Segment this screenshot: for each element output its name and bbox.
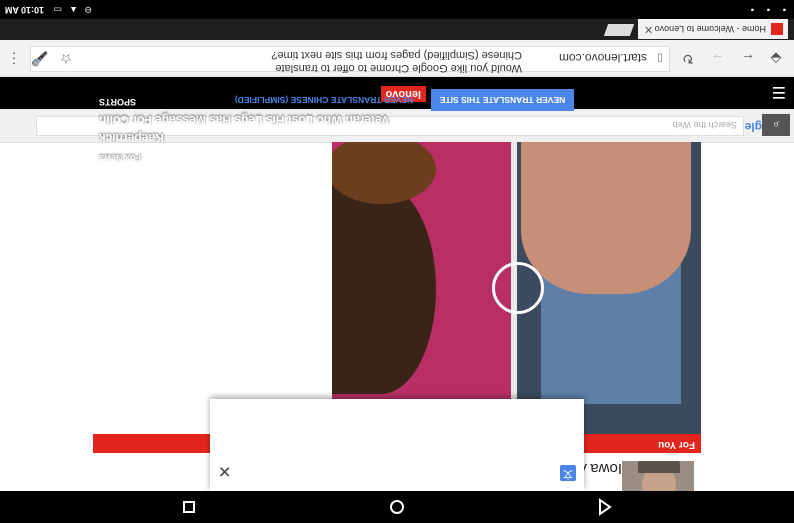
hero-article[interactable] <box>332 142 701 434</box>
tab-close-icon[interactable]: ✕ <box>644 19 653 39</box>
recent-square-icon[interactable] <box>179 497 199 517</box>
bookmark-star-icon[interactable]: ☆ <box>56 49 76 69</box>
android-nav-bar <box>0 491 794 523</box>
status-bar: 10:10 AM ▭ ▲ ⊖ ▪ ▪ ▪ <box>0 0 794 19</box>
hero-category: SPORTS <box>99 97 137 107</box>
translate-popup: 文 ✕ <box>210 399 584 491</box>
translate-icon: 文 <box>560 465 576 481</box>
for-you-label: For You <box>658 439 695 450</box>
popup-text-layer: Would you like Google Chrome to offer to… <box>210 32 584 124</box>
notification-icon-3: ▪ <box>750 5 754 15</box>
back-triangle-icon[interactable] <box>594 497 614 517</box>
forward-icon[interactable]: → <box>708 49 728 69</box>
reload-icon[interactable]: ↻ <box>678 49 698 69</box>
notification-icon: ▪ <box>782 5 786 15</box>
close-icon[interactable]: ✕ <box>218 461 231 481</box>
hero-image-left <box>517 142 701 434</box>
home-circle-icon[interactable] <box>387 497 407 517</box>
notification-icon-2: ▪ <box>766 5 770 15</box>
translate-message: Would you like Google Chrome to offer to… <box>271 49 522 74</box>
browser-tab[interactable]: Home - Welcome to Lenovo ✕ <box>638 19 788 39</box>
new-tab-button[interactable] <box>603 24 635 36</box>
overflow-menu-icon[interactable]: ⋮ <box>4 49 24 69</box>
hero-headline-2[interactable]: Kaepernick <box>99 131 164 145</box>
save-page-icon[interactable]: ⬙ <box>766 49 786 69</box>
never-translate-site-button[interactable]: NEVER TRANSLATE THIS SITE <box>431 89 574 111</box>
voice-search-icon[interactable]: 🎤 <box>30 49 50 69</box>
never-translate-language-button[interactable]: NEVER TRANSLATE CHINESE (SIMPLIFIED) <box>234 89 414 111</box>
hamburger-menu-icon[interactable]: ☰ <box>772 82 786 102</box>
back-icon[interactable]: ← <box>738 49 758 69</box>
hero-image-right <box>332 142 511 434</box>
page-icon: ▯ <box>656 52 663 64</box>
status-time: 10:10 AM <box>4 5 44 15</box>
lenovo-favicon-icon <box>771 23 783 35</box>
article-thumbnail[interactable] <box>622 461 694 491</box>
tab-title: Home - Welcome to Lenovo <box>654 24 766 34</box>
battery-icon: ▭ <box>53 5 62 15</box>
search-button[interactable]: ⌕ <box>762 114 790 136</box>
hero-source: Fox News <box>99 153 142 163</box>
play-icon[interactable] <box>492 262 544 314</box>
wifi-icon: ▲ <box>69 5 78 15</box>
no-sim-icon: ⊖ <box>84 5 92 15</box>
